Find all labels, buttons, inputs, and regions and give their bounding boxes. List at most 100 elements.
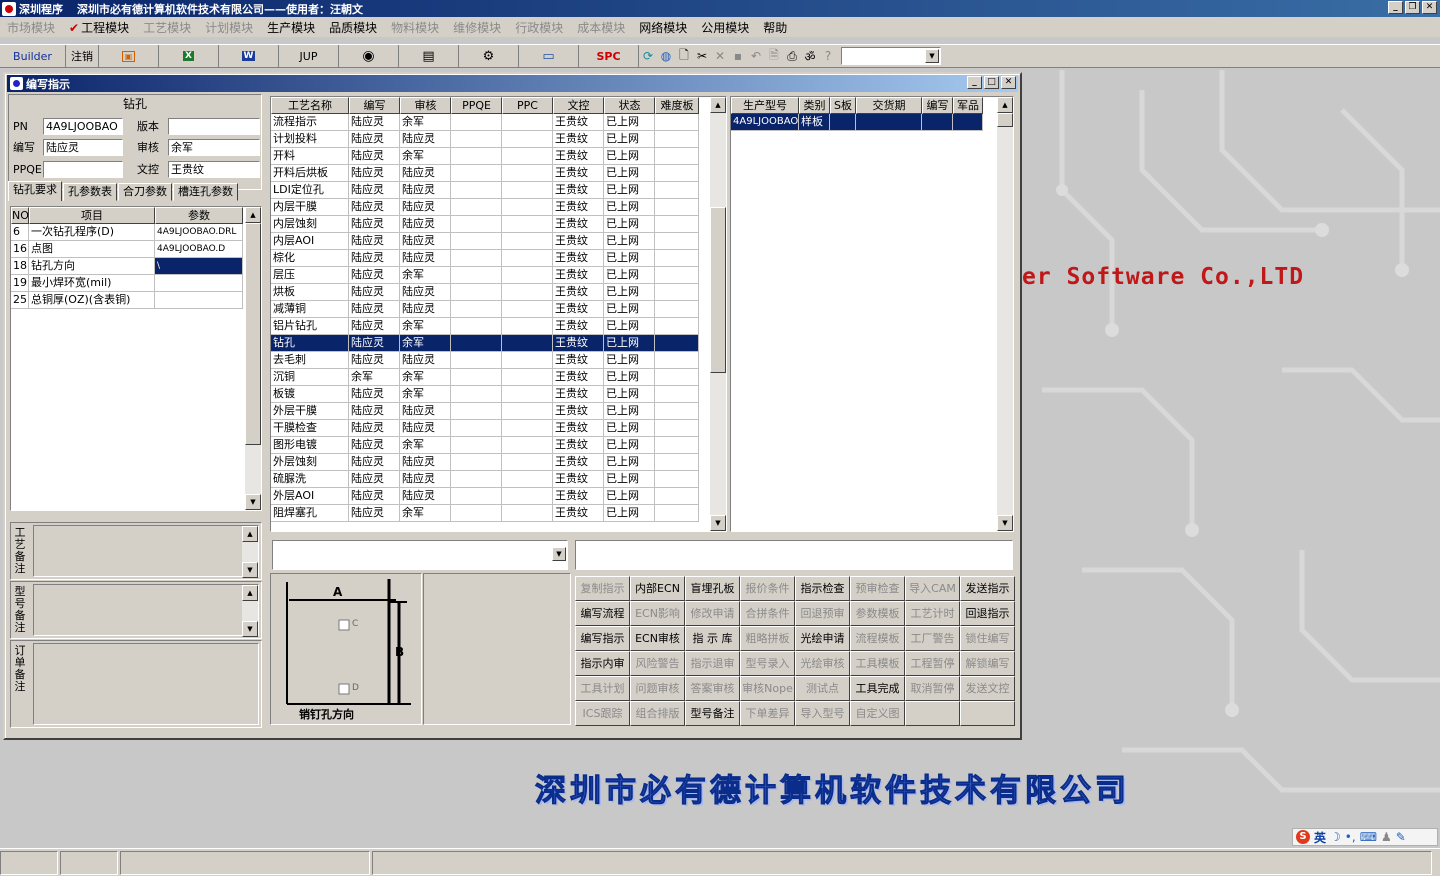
pn-field[interactable]: 4A9LJOOBAO <box>43 118 123 135</box>
scroll-thumb[interactable] <box>997 113 1013 127</box>
action-button-34[interactable]: 答案审核 <box>685 676 740 701</box>
table-row[interactable]: LDI定位孔 陆应灵 陆应灵 王贵纹 已上网 <box>271 182 726 199</box>
process-grid[interactable]: 工艺名称 编写 审核 PPQE PPC 文控 状态 难度板 流程指示 陆应灵 余军 王贵纹 已上网 计划… <box>270 96 727 532</box>
table-row[interactable]: 外层蚀刻 陆应灵 陆应灵 王贵纹 已上网 <box>271 454 726 471</box>
menu-item-8[interactable]: 行政模块 <box>508 19 570 36</box>
ime-toolbar[interactable]: S 英 ☽ •, ⌨ ♟ ✎ <box>1292 828 1438 846</box>
table-row[interactable]: 18 钻孔方向 \ <box>11 258 261 275</box>
action-button-21[interactable]: 流程模板 <box>850 626 905 651</box>
delete-button[interactable]: ✕ <box>711 46 729 66</box>
action-button-23[interactable]: 锁住编写 <box>960 626 1015 651</box>
menu-item-12[interactable]: 帮助 <box>756 19 794 36</box>
moon-icon[interactable]: ☽ <box>1330 830 1341 844</box>
punctuation-icon[interactable]: •, <box>1345 830 1356 844</box>
action-button-20[interactable]: 光绘申请 <box>795 626 850 651</box>
scroll-up-icon[interactable]: ▲ <box>242 526 258 542</box>
table-row[interactable]: 板镀 陆应灵 余军 王贵纹 已上网 <box>271 386 726 403</box>
action-button-44[interactable]: 导入型号 <box>795 701 850 726</box>
doc-control-field[interactable]: 王贵纹 <box>168 161 260 178</box>
action-button-42[interactable]: 型号备注 <box>685 701 740 726</box>
table-row[interactable]: 钻孔 陆应灵 余军 王贵纹 已上网 <box>271 335 726 352</box>
action-button-9[interactable]: ECN影响 <box>630 601 685 626</box>
table-row[interactable]: 层压 陆应灵 余军 王贵纹 已上网 <box>271 267 726 284</box>
refresh-button[interactable]: ⟳ <box>639 46 657 66</box>
action-button-7[interactable]: 发送指示 <box>960 576 1015 601</box>
action-button-5[interactable]: 预审检查 <box>850 576 905 601</box>
param-grid-header-cell[interactable]: 项目 <box>29 207 155 224</box>
scroll-down-icon[interactable]: ▼ <box>245 494 261 510</box>
action-button-22[interactable]: 工厂警告 <box>905 626 960 651</box>
find-button[interactable]: ॐ <box>801 46 819 66</box>
action-button-1[interactable]: 内部ECN <box>630 576 685 601</box>
new-button[interactable]: 🗋 <box>675 46 693 66</box>
table-row[interactable]: 内层干膜 陆应灵 陆应灵 王贵纹 已上网 <box>271 199 726 216</box>
tab-2[interactable]: 合刀参数 <box>118 183 172 201</box>
tab-3[interactable]: 槽连孔参数 <box>173 183 238 201</box>
reviewer-field[interactable]: 余军 <box>168 139 260 156</box>
tab-1[interactable]: 孔参数表 <box>63 183 117 201</box>
table-row[interactable]: 外层AOI 陆应灵 陆应灵 王贵纹 已上网 <box>271 488 726 505</box>
maximize-icon[interactable]: □ <box>984 76 999 89</box>
word-button[interactable]: W <box>219 45 279 67</box>
process-note-field[interactable] <box>575 540 1013 570</box>
table-row[interactable]: 阻焊塞孔 陆应灵 余军 王贵纹 已上网 <box>271 505 726 522</box>
action-button-39[interactable]: 发送文控 <box>960 676 1015 701</box>
writer-field[interactable]: 陆应灵 <box>43 139 123 156</box>
action-button-10[interactable]: 修改申请 <box>685 601 740 626</box>
ppqe-field[interactable] <box>43 161 123 178</box>
toolbar-combo[interactable]: ▼ <box>841 47 941 65</box>
action-button-11[interactable]: 合拼条件 <box>740 601 795 626</box>
table-row[interactable]: 外层干膜 陆应灵 陆应灵 王贵纹 已上网 <box>271 403 726 420</box>
preview-button[interactable]: 🗎 <box>765 46 783 66</box>
process-grid-header-cell[interactable]: PPC <box>502 97 553 114</box>
table-row[interactable]: 开料后烘板 陆应灵 陆应灵 王贵纹 已上网 <box>271 165 726 182</box>
jup-button[interactable]: JUP <box>279 45 339 67</box>
model-grid-header-cell[interactable]: 交货期 <box>856 97 922 114</box>
process-grid-header-cell[interactable]: 审核 <box>400 97 451 114</box>
table-row[interactable]: 25 总铜厚(OZ)(含表铜) <box>11 292 261 309</box>
table-row[interactable]: 4A9LJOOBAO 样板 <box>731 114 1013 131</box>
action-button-16[interactable]: 编写指示 <box>575 626 630 651</box>
process-grid-header-cell[interactable]: 难度板 <box>655 97 699 114</box>
action-button-2[interactable]: 盲埋孔板 <box>685 576 740 601</box>
menu-item-10[interactable]: 网络模块 <box>632 19 694 36</box>
menu-item-2[interactable]: 工艺模块 <box>136 19 198 36</box>
action-button-33[interactable]: 问题审核 <box>630 676 685 701</box>
param-grid[interactable]: NO 项目 参数 6 一次钻孔程序(D) 4A9LJOOBAO.DRL 16 点图 4A9LJ… <box>10 206 262 511</box>
menu-item-9[interactable]: 成本模块 <box>570 19 632 36</box>
action-button-35[interactable]: 审核Nope <box>740 676 795 701</box>
minimize-icon[interactable]: _ <box>1388 1 1403 14</box>
process-grid-header-cell[interactable]: 工艺名称 <box>271 97 349 114</box>
table-row[interactable]: 干膜检查 陆应灵 陆应灵 王贵纹 已上网 <box>271 420 726 437</box>
model-grid-header-cell[interactable]: 生产型号 <box>731 97 799 114</box>
process-grid-header-cell[interactable]: 编写 <box>349 97 400 114</box>
print-button[interactable]: ⎙ <box>783 46 801 66</box>
scroll-up-icon[interactable]: ▲ <box>710 97 726 113</box>
param-grid-scrollbar[interactable]: ▲ ▼ <box>245 207 261 510</box>
remark-scrollbar[interactable]: ▲ ▼ <box>242 585 258 637</box>
model-grid-header-cell[interactable]: S板 <box>830 97 856 114</box>
computer-button[interactable]: ▭ <box>519 45 579 67</box>
action-button-4[interactable]: 指示检查 <box>795 576 850 601</box>
table-row[interactable]: 计划投料 陆应灵 陆应灵 王贵纹 已上网 <box>271 131 726 148</box>
action-button-15[interactable]: 回退指示 <box>960 601 1015 626</box>
table-row[interactable]: 图形电镀 陆应灵 余军 王贵纹 已上网 <box>271 437 726 454</box>
param-grid-header-cell[interactable]: 参数 <box>155 207 243 224</box>
action-button-8[interactable]: 编写流程 <box>575 601 630 626</box>
action-button-45[interactable]: 自定义图 <box>850 701 905 726</box>
menu-item-11[interactable]: 公用模块 <box>694 19 756 36</box>
scroll-down-icon[interactable]: ▼ <box>242 621 258 637</box>
action-button-29[interactable]: 工具模板 <box>850 651 905 676</box>
menu-item-5[interactable]: 品质模块 <box>322 19 384 36</box>
menu-item-1[interactable]: ✔ 工程模块 <box>62 19 136 36</box>
spc-button[interactable]: SPC <box>579 45 639 67</box>
action-button-38[interactable]: 取消暂停 <box>905 676 960 701</box>
action-button-13[interactable]: 参数模板 <box>850 601 905 626</box>
table-row[interactable]: 内层AOI 陆应灵 陆应灵 王贵纹 已上网 <box>271 233 726 250</box>
menu-item-4[interactable]: 生产模块 <box>260 19 322 36</box>
minimize-icon[interactable]: _ <box>967 76 982 89</box>
scroll-down-icon[interactable]: ▼ <box>710 515 726 531</box>
model-grid[interactable]: 生产型号 类别 S板 交货期 编写 军品 4A9LJOOBAO 样板 ▲ ▼ <box>730 96 1014 532</box>
close-icon[interactable]: ✕ <box>1422 1 1437 14</box>
database-button[interactable]: ▤ <box>399 45 459 67</box>
